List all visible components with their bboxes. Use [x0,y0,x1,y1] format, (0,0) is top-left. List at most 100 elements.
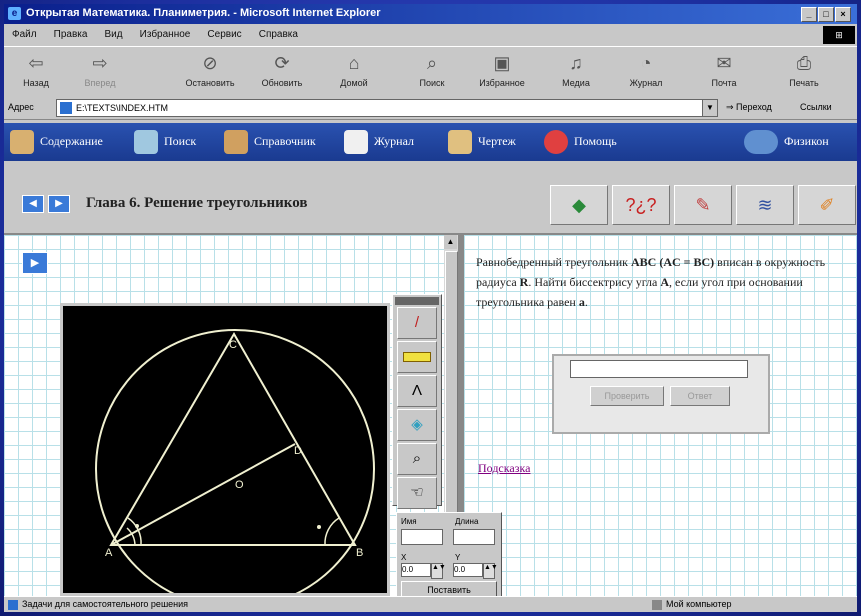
answer-input[interactable] [570,360,748,378]
menu-favorites[interactable]: Избранное [140,29,191,40]
check-button[interactable]: Проверить [590,386,664,406]
menu-file[interactable]: Файл [12,29,37,40]
forward-arrow-icon: ⇨ [92,53,108,73]
nav-physicon[interactable]: Физикон [744,130,829,154]
media-button[interactable]: ♫ Медиа [546,51,606,88]
nav-journal[interactable]: Журнал [344,130,414,154]
scroll-thumb[interactable] [445,251,458,513]
back-button[interactable]: ⇦ Назад [6,51,66,88]
length-label: Длина [455,517,479,526]
search-button[interactable]: ⌕ Поиск [402,51,462,88]
print-button[interactable]: ⎙ Печать [774,51,834,88]
links-button[interactable]: Ссылки [800,102,832,112]
problem-text-part: A [660,275,670,289]
hand-icon: ☜ [410,484,424,501]
chapter-button-questions[interactable]: ?¿? [612,185,670,225]
status-bar: Задачи для самостоятельного решения Мой … [4,596,857,612]
triangle-drawing: A B C O D [95,329,375,609]
ruler-tool[interactable] [397,341,437,373]
print-icon: ⎙ [796,53,812,73]
book-icon [10,130,34,154]
chapter-button-tools[interactable]: ✐ [798,185,856,225]
zoom-icon: ⌕ [412,450,422,467]
label-d: D [294,445,302,457]
footprints-icon: ≋ [757,195,773,215]
address-dropdown[interactable]: ▼ [702,99,718,117]
hand-tool[interactable]: ☜ [397,477,437,509]
x-stepper[interactable]: ▲▼ [431,563,446,579]
history-button[interactable]: ◔ Журнал [616,51,676,88]
maximize-button[interactable]: □ [818,7,834,22]
prev-chapter-button[interactable]: ◀ [22,195,44,213]
play-button[interactable]: ▶ [22,252,48,274]
browser-window: e Открытая Математика. Планиметрия. - Mi… [4,4,857,612]
scroll-up-button[interactable]: ▲ [444,235,457,249]
address-input[interactable]: E:\TEXTS\INDEX.HTM [56,99,703,117]
y-stepper[interactable]: ▲▼ [483,563,498,579]
angle-mark-b [317,525,321,529]
y-field[interactable]: 0.0 [453,563,483,577]
length-field[interactable] [453,529,495,545]
windows-logo-icon: ⊞ [823,26,855,44]
menu-help[interactable]: Справка [259,29,298,40]
nav-reference-label: Справочник [254,133,316,148]
chapter-button-steps[interactable]: ≋ [736,185,794,225]
problem-text-part: . [584,295,588,309]
y-label: Y [455,553,461,562]
eraser-icon: ◈ [411,416,423,433]
menu-edit[interactable]: Правка [54,29,88,40]
problem-text-part: . Найти биссектрису угла [528,275,661,289]
name-label: Имя [401,517,417,526]
title-bar[interactable]: e Открытая Математика. Планиметрия. - Mi… [4,4,857,24]
next-chapter-button[interactable]: ▶ [48,195,70,213]
nav-journal-label: Журнал [374,133,415,148]
go-button[interactable]: ⇒ Переход [726,102,772,113]
drawing-canvas[interactable]: A B C O D [60,303,390,609]
ie-icon: e [8,7,21,20]
home-button[interactable]: ⌂ Домой [324,51,384,88]
drawing-icon [448,130,472,154]
compass-tool[interactable]: Λ [397,375,437,407]
menu-view[interactable]: Вид [105,29,123,40]
refresh-button[interactable]: ⟳ Обновить [252,51,312,88]
ruler-icon [403,352,431,363]
name-field[interactable] [401,529,443,545]
question-marks-icon: ?¿? [625,195,657,215]
circumcircle [95,329,375,609]
hint-link[interactable]: Подсказка [478,461,530,476]
zoom-tool[interactable]: ⌕ [397,443,437,475]
lifebuoy-icon [544,130,568,154]
palette-header[interactable] [395,297,439,305]
eraser-tool[interactable]: ◈ [397,409,437,441]
nav-contents[interactable]: Содержание [10,130,103,154]
nav-drawing[interactable]: Чертеж [448,130,516,154]
menu-tools[interactable]: Сервис [207,29,241,40]
back-arrow-icon: ⇦ [28,53,44,73]
go-label: Переход [736,102,772,112]
address-value: E:\TEXTS\INDEX.HTM [76,103,169,113]
close-button[interactable]: × [835,7,851,22]
compass-icon: Λ [411,382,423,399]
nav-help[interactable]: Помощь [544,130,617,154]
status-zone: Мой компьютер [652,599,732,610]
chapter-button-book[interactable]: ◆ [550,185,608,225]
problem-text: Равнобедренный треугольник ABC (AC = BC)… [476,252,846,312]
label-b: B [356,547,363,559]
favorites-button[interactable]: ▣ Избранное [472,51,532,88]
nav-reference[interactable]: Справочник [224,130,316,154]
status-zone-text: Мой компьютер [666,599,732,609]
home-icon: ⌂ [348,53,360,73]
journal-icon [344,130,368,154]
forward-button[interactable]: ⇨ Вперед [70,51,130,88]
minimize-button[interactable]: _ [801,7,817,22]
answer-button[interactable]: Ответ [670,386,730,406]
nav-search[interactable]: Поиск [134,130,196,154]
x-field[interactable]: 0.0 [401,563,431,577]
chapter-button-pencil[interactable]: ✎ [674,185,732,225]
stop-button[interactable]: ⊘ Остановить [180,51,240,88]
status-left-text: Задачи для самостоятельного решения [22,599,189,609]
mail-button[interactable]: ✉ Почта [694,51,754,88]
pen-tool[interactable]: / [397,307,437,339]
nav-help-label: Помощь [574,133,617,148]
menu-bar: Файл Правка Вид Избранное Сервис Справка… [4,25,857,45]
